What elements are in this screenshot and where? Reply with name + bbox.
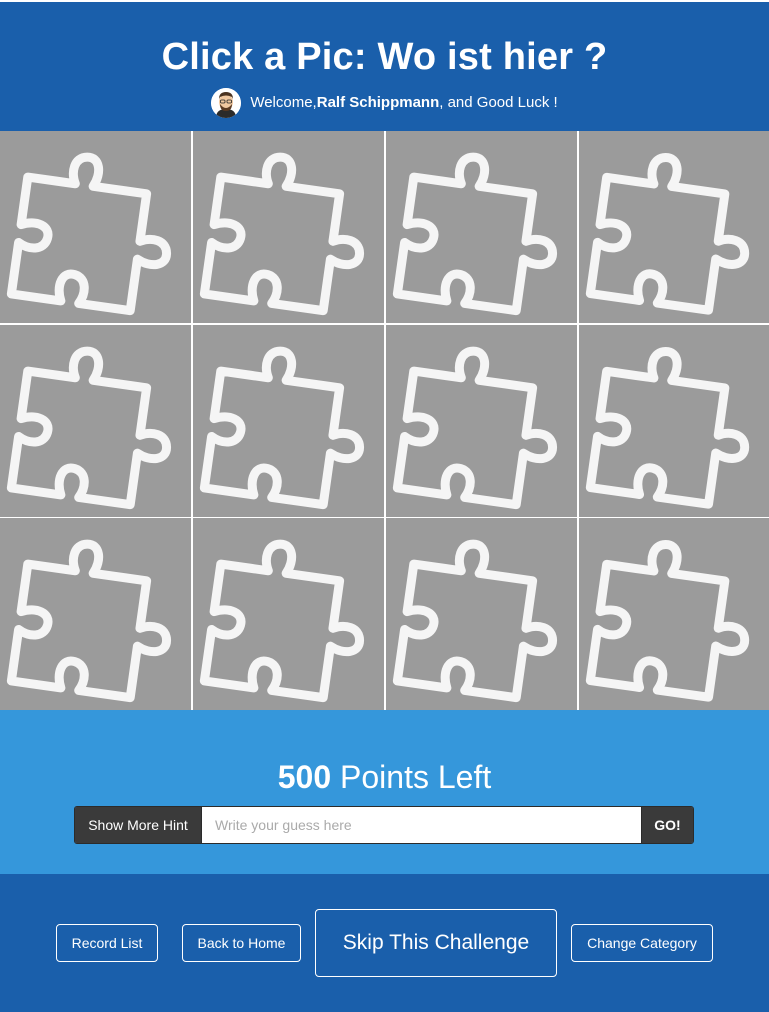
welcome-prefix: Welcome, (250, 94, 317, 111)
puzzle-grid (0, 131, 769, 710)
avatar[interactable] (211, 88, 242, 118)
points-value: 500 (277, 759, 332, 795)
puzzle-piece-icon (199, 346, 365, 510)
puzzle-tile[interactable] (193, 325, 384, 517)
puzzle-tile[interactable] (386, 325, 577, 517)
welcome-line: Welcome, Ralf Schippmann , and Good Luck… (0, 88, 769, 118)
record-list-button[interactable]: Record List (56, 924, 158, 962)
points-label: Points Left (331, 759, 492, 795)
page-footer: Record List Back to Home Skip This Chall… (0, 874, 769, 1012)
puzzle-piece-icon (585, 347, 750, 509)
puzzle-piece-icon (6, 152, 172, 316)
puzzle-tile[interactable] (193, 131, 384, 323)
puzzle-piece-icon (392, 346, 558, 510)
page-header: Click a Pic: Wo ist hier ? Welcome, Ralf… (0, 2, 769, 131)
points-left: 500 Points Left (0, 759, 769, 795)
puzzle-tile[interactable] (579, 518, 769, 710)
guess-form: Show More Hint GO! (74, 806, 694, 844)
show-more-hint-button[interactable]: Show More Hint (75, 807, 202, 843)
puzzle-piece-icon (6, 539, 172, 703)
puzzle-piece-icon (585, 153, 750, 315)
page-title: Click a Pic: Wo ist hier ? (161, 36, 608, 78)
back-to-home-button[interactable]: Back to Home (182, 924, 301, 962)
puzzle-tile[interactable] (0, 325, 191, 517)
skip-challenge-button[interactable]: Skip This Challenge (315, 909, 557, 977)
puzzle-piece-icon (392, 539, 558, 703)
change-category-button[interactable]: Change Category (571, 924, 713, 962)
guess-input[interactable] (202, 807, 641, 843)
puzzle-tile[interactable] (0, 131, 191, 323)
puzzle-piece-icon (199, 152, 365, 316)
puzzle-piece-icon (199, 539, 365, 703)
puzzle-tile[interactable] (386, 131, 577, 323)
go-button[interactable]: GO! (641, 807, 693, 843)
puzzle-tile[interactable] (579, 131, 769, 323)
user-name: Ralf Schippmann (316, 94, 440, 111)
welcome-suffix: , and Good Luck ! (439, 94, 558, 111)
puzzle-tile[interactable] (386, 518, 577, 710)
puzzle-tile[interactable] (0, 518, 191, 710)
puzzle-tile[interactable] (193, 518, 384, 710)
puzzle-piece-icon (585, 540, 750, 702)
puzzle-piece-icon (6, 346, 172, 510)
puzzle-piece-icon (392, 152, 558, 316)
points-panel: 500 Points Left Show More Hint GO! (0, 710, 769, 874)
puzzle-tile[interactable] (579, 325, 769, 517)
